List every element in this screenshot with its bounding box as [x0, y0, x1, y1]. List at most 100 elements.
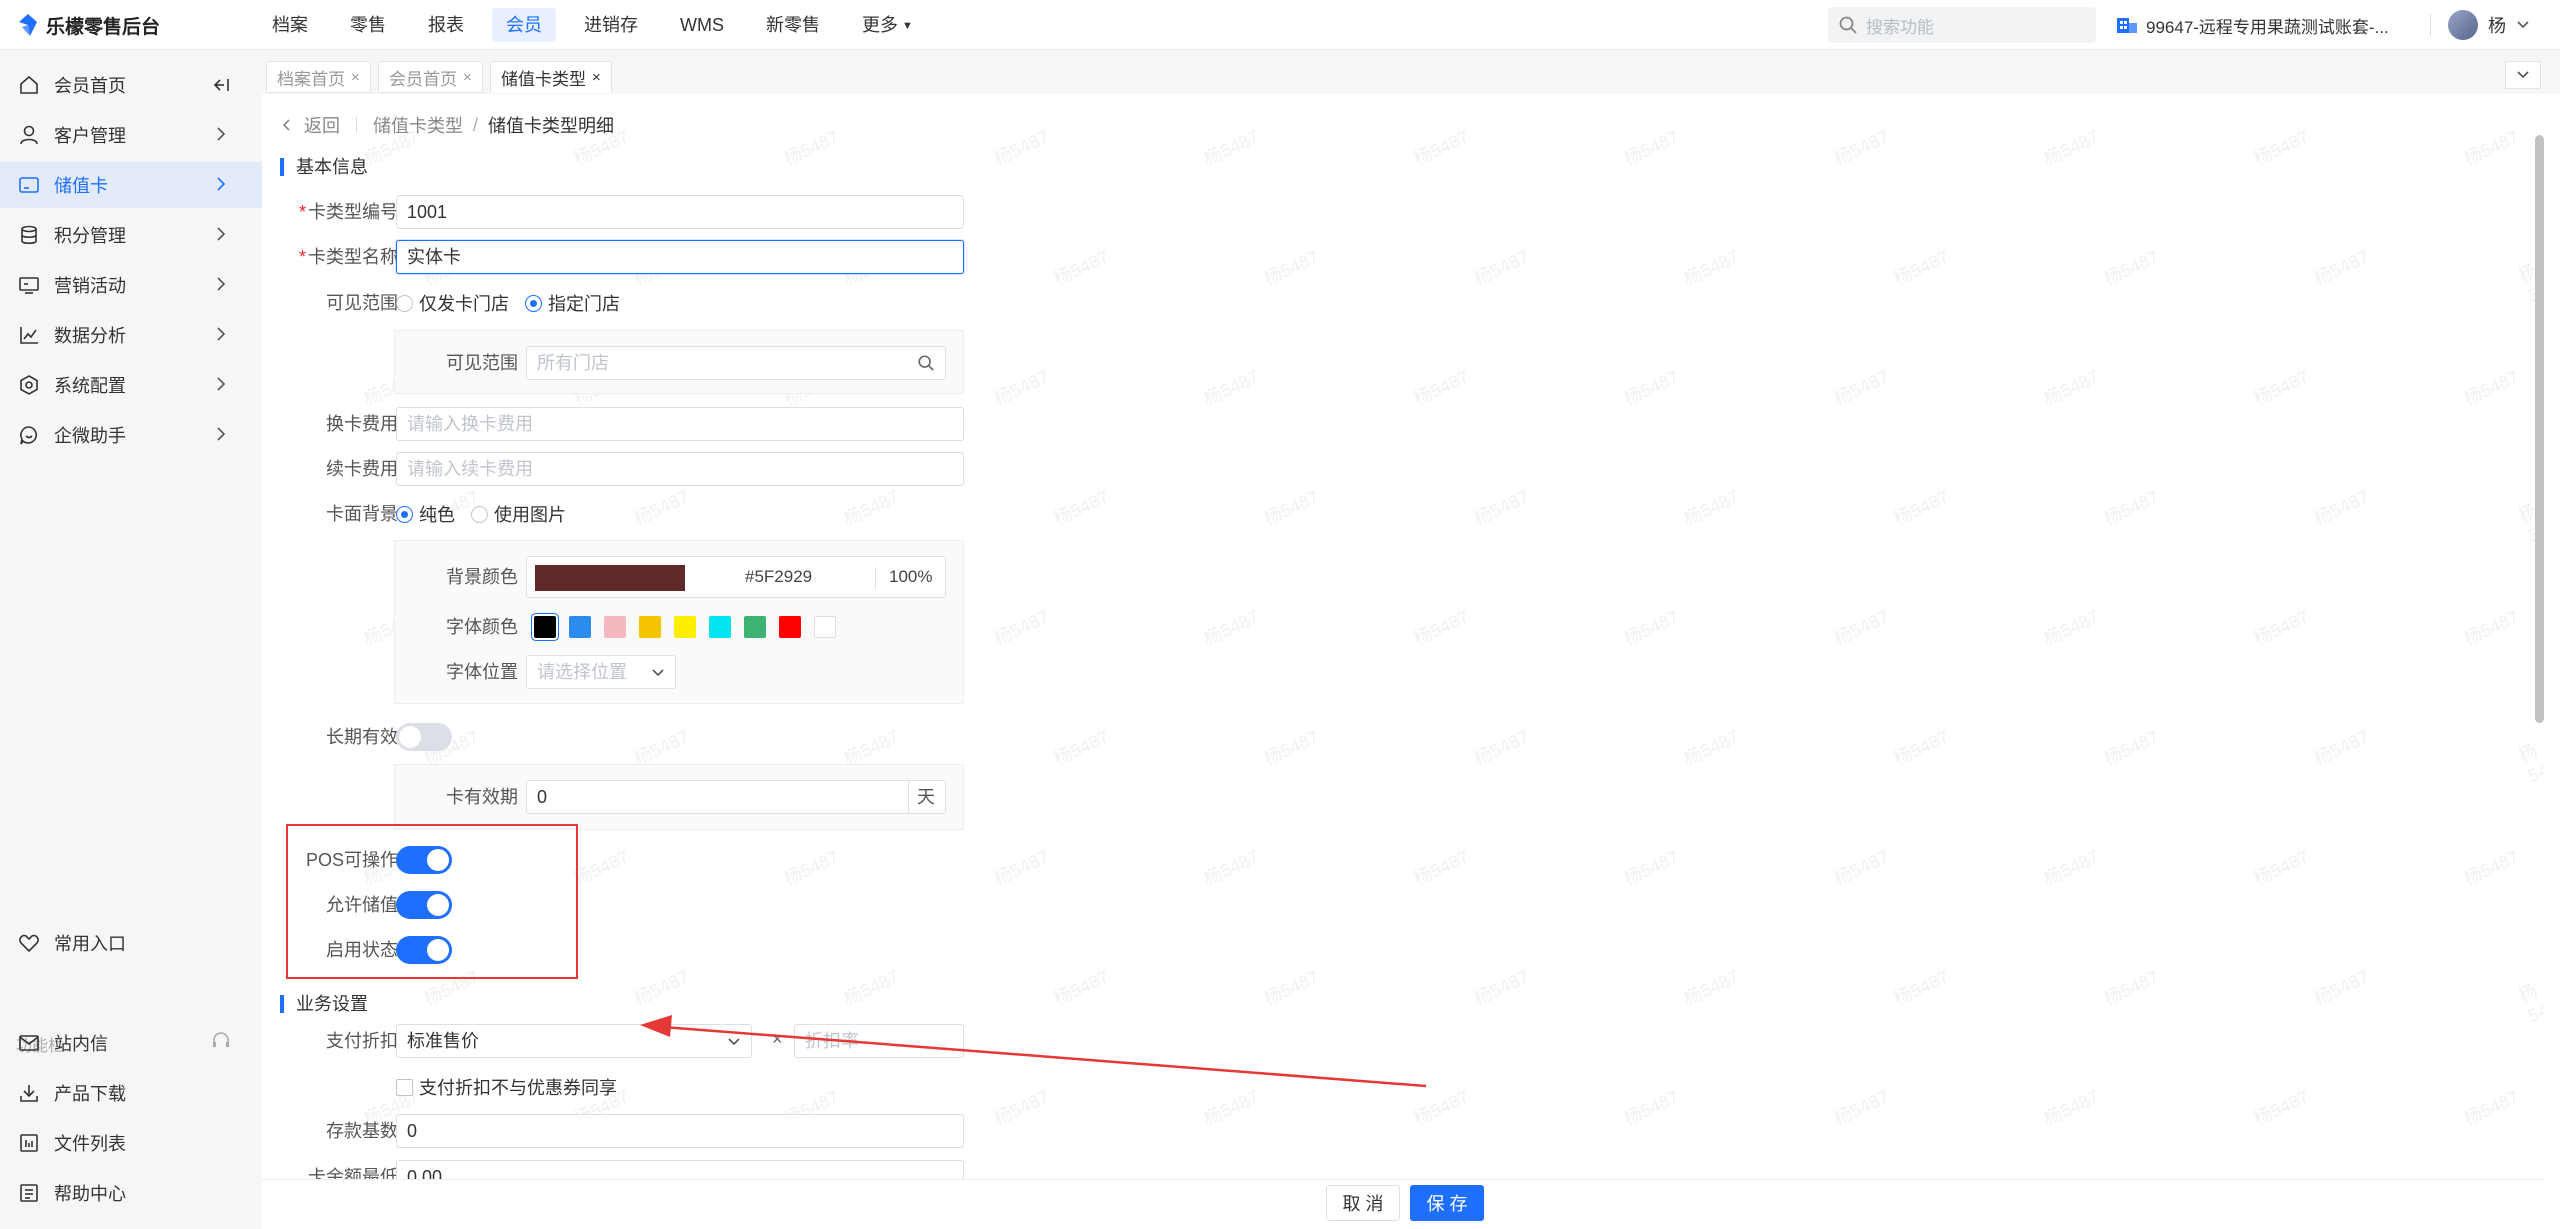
deposit-base-input[interactable]: 0: [396, 1114, 964, 1148]
watermark: 杨5487: [1050, 246, 1112, 290]
bg-color-hex[interactable]: #5F2929: [745, 561, 812, 593]
valid-period-input[interactable]: 0 天: [526, 780, 946, 814]
sidebar-item-help[interactable]: 帮助中心: [0, 1170, 262, 1216]
renew-fee-input[interactable]: 请输入续卡费用: [396, 452, 964, 486]
radio-circle: [396, 505, 413, 523]
search-input[interactable]: 搜索功能: [1828, 7, 2096, 43]
long-valid-label: 长期有效: [326, 727, 398, 747]
topnav-member[interactable]: 会员: [492, 8, 556, 42]
sidebar-item-system-config[interactable]: 系统配置: [0, 362, 262, 408]
font-color-swatch[interactable]: [709, 616, 731, 638]
sidebar-item-stored-card[interactable]: 储值卡: [0, 162, 262, 208]
sidebar-item-label: 系统配置: [54, 376, 126, 396]
breadcrumb: 返回 储值卡类型 / 储值卡类型明细: [280, 112, 614, 138]
tab-archive-home[interactable]: 档案首页 ×: [266, 61, 371, 93]
bg-color-swatch[interactable]: [535, 565, 685, 591]
font-color-swatch[interactable]: [639, 616, 661, 638]
vertical-scrollbar[interactable]: [2535, 135, 2544, 723]
sidebar-item-label: 站内信: [54, 1034, 108, 1054]
sidebar-item-wecom-assistant[interactable]: 企微助手: [0, 412, 262, 458]
watermark: 杨5487: [1890, 726, 1952, 770]
topnav-inventory[interactable]: 进销存: [570, 8, 652, 42]
radio-issuing-store-only[interactable]: 仅发卡门店: [396, 290, 509, 316]
radio-use-image[interactable]: 使用图片: [471, 501, 566, 527]
watermark: 杨5487: [2310, 486, 2372, 530]
tab-member-home[interactable]: 会员首页 ×: [378, 61, 483, 93]
renew-fee-label: 续卡费用: [326, 459, 398, 479]
watermark: 杨5487: [1050, 726, 1112, 770]
watermark: 杨5487: [990, 126, 1052, 170]
close-icon[interactable]: ×: [463, 69, 472, 86]
watermark: 杨5487: [1680, 726, 1742, 770]
sidebar-item-analytics[interactable]: 数据分析: [0, 312, 262, 358]
font-color-swatch[interactable]: [604, 616, 626, 638]
radio-circle: [396, 294, 413, 312]
watermark: 杨5487: [2310, 726, 2372, 770]
sidebar-item-inbox[interactable]: 站内信: [0, 1020, 262, 1066]
font-position-select[interactable]: 请选择位置: [526, 655, 676, 689]
search-icon[interactable]: [917, 354, 935, 372]
collapse-sidebar-icon[interactable]: [210, 74, 232, 96]
close-icon[interactable]: ×: [592, 69, 601, 86]
tab-stored-card-type[interactable]: 储值卡类型 ×: [490, 61, 612, 93]
font-color-swatch[interactable]: [744, 616, 766, 638]
sidebar-item-label: 企微助手: [54, 426, 126, 446]
font-color-swatch[interactable]: [779, 616, 801, 638]
chart-icon: [18, 324, 40, 346]
font-color-swatch[interactable]: [674, 616, 696, 638]
sidebar-item-points[interactable]: 积分管理: [0, 212, 262, 258]
chevron-left-icon[interactable]: [280, 118, 294, 132]
chevron-down-icon: [652, 669, 664, 677]
sidebar-item-marketing[interactable]: 营销活动: [0, 262, 262, 308]
mail-icon: [18, 1032, 40, 1054]
font-color-swatch[interactable]: [534, 616, 556, 638]
sidebar-item-downloads[interactable]: 产品下载: [0, 1070, 262, 1116]
close-icon[interactable]: ×: [351, 69, 360, 86]
sidebar-item-label: 客户管理: [54, 126, 126, 146]
cancel-button[interactable]: 取 消: [1326, 1185, 1400, 1221]
required-mark: *: [298, 247, 306, 267]
radio-label: 使用图片: [494, 505, 566, 525]
card-name-input[interactable]: 实体卡: [396, 240, 964, 274]
discount-exclusive-checkbox[interactable]: 支付折扣不与优惠券同享: [396, 1070, 617, 1104]
sidebar-item-member-home[interactable]: 会员首页: [0, 62, 262, 108]
topnav-new-retail[interactable]: 新零售: [752, 8, 834, 42]
store-selector[interactable]: 99647-远程专用果蔬测试账套-...: [2116, 0, 2389, 50]
watermark: 杨5487: [2515, 980, 2544, 1027]
topnav-wms[interactable]: WMS: [666, 8, 738, 42]
visible-range-radio-group: 仅发卡门店 指定门店: [396, 286, 636, 320]
replace-fee-input[interactable]: 请输入换卡费用: [396, 407, 964, 441]
topnav-archive[interactable]: 档案: [258, 8, 322, 42]
long-valid-switch[interactable]: [396, 723, 452, 751]
sidebar-item-common-entry[interactable]: 常用入口: [0, 920, 262, 966]
watermark: 杨5487: [2100, 966, 2162, 1010]
valid-period-unit: 天: [917, 787, 935, 807]
chevron-right-icon: [217, 377, 226, 391]
min-balance-input[interactable]: 0.00: [396, 1160, 964, 1179]
chevron-right-icon: [217, 327, 226, 341]
save-button[interactable]: 保 存: [1410, 1185, 1484, 1221]
font-color-swatch[interactable]: [814, 616, 836, 638]
sidebar-item-customers[interactable]: 客户管理: [0, 112, 262, 158]
bg-color-picker[interactable]: #5F2929 100%: [526, 556, 946, 598]
sidebar-item-file-list[interactable]: 文件列表: [0, 1120, 262, 1166]
radio-solid-color[interactable]: 纯色: [396, 501, 455, 527]
font-color-swatch[interactable]: [569, 616, 591, 638]
topnav-report[interactable]: 报表: [414, 8, 478, 42]
tab-dropdown[interactable]: [2505, 61, 2541, 89]
topnav-retail[interactable]: 零售: [336, 8, 400, 42]
card-code-input[interactable]: 1001: [396, 195, 964, 229]
bg-color-opacity[interactable]: 100%: [889, 561, 932, 593]
watermark: 杨5487: [1260, 246, 1322, 290]
visible-store-input[interactable]: 所有门店: [526, 346, 946, 380]
breadcrumb-parent[interactable]: 储值卡类型: [373, 112, 463, 138]
watermark: 杨5487: [2040, 126, 2102, 170]
radio-specified-store[interactable]: 指定门店: [525, 290, 620, 316]
avatar: [2448, 10, 2478, 40]
topnav-more[interactable]: 更多 ▼: [848, 8, 927, 42]
app-logo[interactable]: 乐檬零售后台: [18, 12, 160, 38]
watermark: 杨5487: [1200, 606, 1262, 650]
user-menu[interactable]: 杨: [2448, 0, 2530, 50]
tab-label: 储值卡类型: [501, 69, 586, 89]
back-link[interactable]: 返回: [304, 112, 340, 138]
